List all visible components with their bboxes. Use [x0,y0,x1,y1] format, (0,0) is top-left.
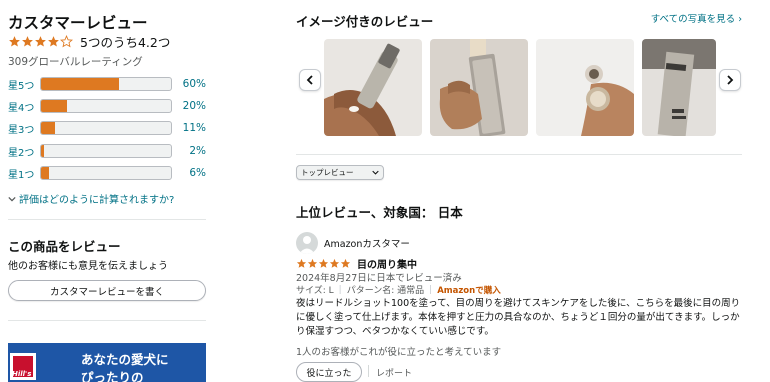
rating-calculation-link[interactable]: 評価はどのように計算されますか? [8,191,174,206]
see-all-photos-link[interactable]: すべての写真を見る › [651,11,742,25]
global-ratings-count: 309グローバルレーティング [8,56,143,68]
star-full-icon [9,36,20,47]
histogram-label: 星5つ [8,80,35,92]
write-review-subtitle: 他のお客様にも意見を伝えましょう [8,261,168,272]
chevron-down-icon [8,196,16,201]
ad-headline-line1: あなたの愛犬に [81,352,169,367]
carousel-next-button[interactable] [719,69,741,91]
histogram-fill [41,167,49,179]
reviewer-name: Amazonカスタマー [324,239,410,250]
histogram-bar [40,144,172,158]
review-photo-thumbnail[interactable] [430,39,528,136]
review-variant-meta: サイズ: L | パターン名: 通常品 | Amazonで購入 [296,283,501,297]
histogram-label: 星2つ [8,147,35,159]
star-full-icon [22,36,33,47]
histogram-row-4[interactable]: 星4つ 20% [8,99,206,114]
star-full-icon [296,258,307,268]
chevron-left-icon [306,75,313,85]
histogram-fill [41,122,56,134]
variant-pattern: パターン名: 通常品 [346,286,425,296]
variant-size: サイズ: L [296,286,334,296]
avatar [296,232,318,254]
product-photo-image [430,39,528,136]
hills-logo: Hill's [8,351,38,382]
helpful-button[interactable]: 役に立った [296,362,362,382]
separator [368,365,369,377]
review-rating-title[interactable]: 目の周り集中 [296,256,417,271]
reviews-heading: カスタマーレビュー [8,14,148,32]
divider [8,320,206,321]
user-icon [299,236,315,254]
sort-reviews-dropdown[interactable]: トップレビュー [296,165,384,180]
star-full-icon [307,258,318,268]
review-photo-thumbnail[interactable] [536,39,634,136]
hills-logo-text: Hill's [12,370,32,378]
histogram-fill [41,100,67,112]
histogram-row-5[interactable]: 星5つ 60% [8,77,206,92]
histogram-bar [40,99,172,113]
histogram-label: 星1つ [8,169,35,181]
star-full-icon [318,258,329,268]
review-stars [296,258,351,269]
review-title: 目の周り集中 [357,260,417,271]
star-empty-icon [60,35,73,48]
histogram-percent: 20% [182,100,206,112]
histogram-row-2[interactable]: 星2つ 2% [8,144,206,159]
histogram-percent: 2% [189,145,206,157]
sponsored-ad-banner[interactable]: Hill's あなたの愛犬に ぴったりの [8,343,206,382]
report-link[interactable]: レポート [376,366,412,379]
verified-purchase-badge: Amazonで購入 [437,285,501,296]
top-reviews-heading: 上位レビュー、対象国： 日本 [296,205,463,220]
ad-headline-line2: ぴったりの [81,370,144,382]
star-full-icon [48,36,59,47]
separator: | [429,284,433,295]
review-photo-thumbnail[interactable] [642,39,716,136]
histogram-label: 星3つ [8,124,35,136]
histogram-percent: 60% [182,78,206,90]
write-review-heading: この商品をレビュー [8,239,121,254]
histogram-bar [40,166,172,180]
product-photo-image [324,39,422,136]
star-full-icon [340,258,351,268]
review-photo-thumbnail[interactable] [324,39,422,136]
sort-selected-value: トップレビュー [301,168,354,177]
rating-text: 5つのうち4.2つ [80,35,171,50]
histogram-label: 星4つ [8,102,35,114]
separator: | [338,284,342,295]
histogram-row-3[interactable]: 星3つ 11% [8,121,206,136]
reviewer-profile[interactable]: Amazonカスタマー [296,232,410,254]
image-reviews-heading: イメージ付きのレビュー [296,14,434,29]
chevron-right-icon [727,75,734,85]
overall-rating[interactable]: 5つのうち4.2つ [8,32,170,51]
helpful-count: 1人のお客様がこれが役に立ったと考えています [296,347,502,358]
rating-calculation-label: 評価はどのように計算されますか? [19,195,175,206]
product-photo-image [642,39,716,136]
histogram-fill [41,145,44,157]
histogram-row-1[interactable]: 星1つ 6% [8,166,206,181]
review-date: 2024年8月27日に日本でレビュー済み [296,273,462,284]
star-full-icon [329,258,340,268]
divider [8,219,206,220]
star-full-icon [35,36,46,47]
chevron-down-icon [372,170,379,175]
histogram-bar [40,121,172,135]
divider [296,154,742,155]
rating-stars [8,35,73,48]
carousel-prev-button[interactable] [299,69,321,91]
write-review-button[interactable]: カスタマーレビューを書く [8,280,206,301]
histogram-fill [41,78,119,90]
histogram-percent: 11% [182,122,206,134]
product-photo-image [536,39,634,136]
histogram-bar [40,77,172,91]
histogram-percent: 6% [189,167,206,179]
review-body: 夜はリードルショット100を塗って、目の周りを避けてスキンケアをした後に、こちら… [296,298,741,337]
